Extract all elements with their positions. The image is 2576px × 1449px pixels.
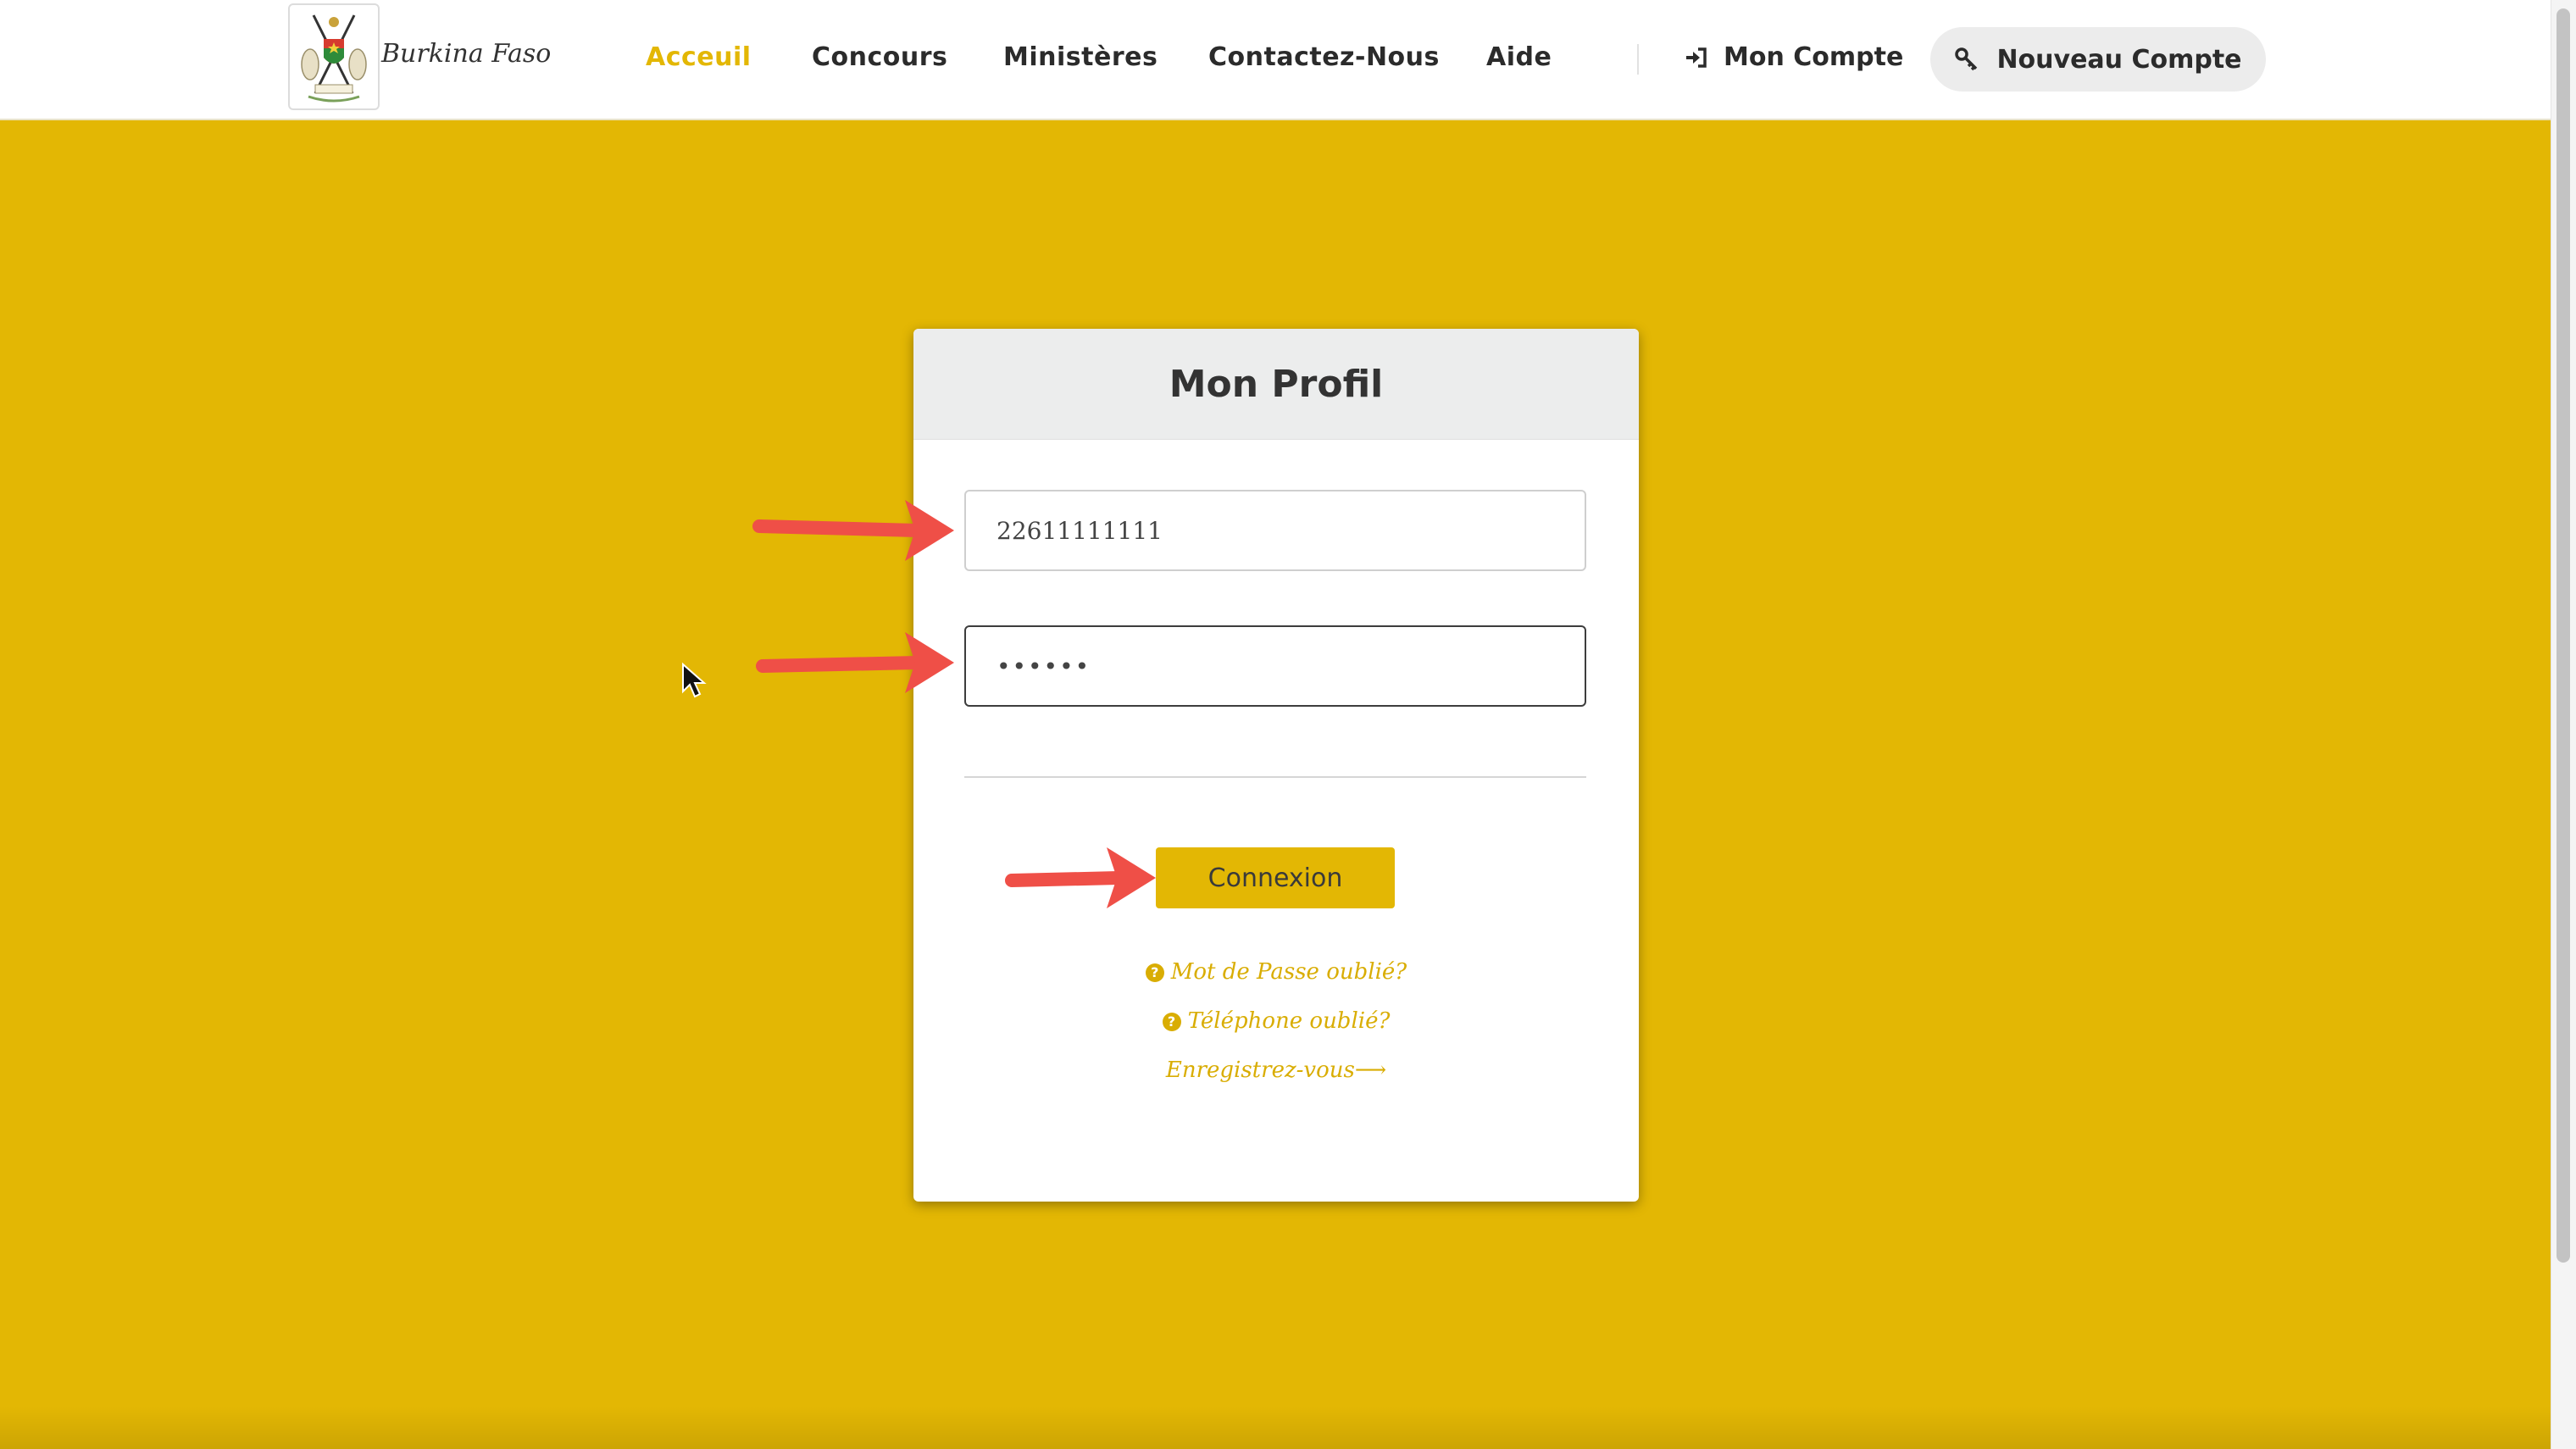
nouveau-compte-button[interactable]: Nouveau Compte (1930, 27, 2266, 92)
scrollbar-thumb[interactable] (2557, 8, 2570, 1263)
sign-in-icon (1686, 47, 1707, 68)
mouse-cursor-icon (682, 662, 707, 698)
question-circle-icon: ? (1145, 963, 1164, 982)
register-link[interactable]: Enregistrez-vous⟶ (913, 1058, 1639, 1083)
nav-acceuil[interactable]: Acceuil (646, 42, 752, 72)
key-icon (1955, 47, 1978, 71)
question-circle-icon: ? (1162, 1013, 1181, 1031)
nav-divider (1637, 44, 1639, 75)
login-card: Mon Profil Connexion ? Mot de Passe oubli… (913, 329, 1639, 1202)
connexion-button[interactable]: Connexion (1156, 847, 1395, 908)
nouveau-compte-label: Nouveau Compte (1996, 44, 2242, 75)
coat-of-arms-logo[interactable] (288, 3, 380, 110)
nav-ministeres[interactable]: Ministères (1003, 42, 1158, 72)
coat-of-arms-icon (301, 14, 367, 103)
card-title: Mon Profil (913, 329, 1639, 440)
divider (964, 776, 1586, 778)
forgot-phone-link[interactable]: ? Téléphone oublié? (913, 1008, 1639, 1034)
mon-compte-link[interactable]: Mon Compte (1685, 42, 1903, 72)
password-input[interactable] (964, 625, 1586, 707)
phone-input[interactable] (964, 490, 1586, 571)
bottom-shade (0, 1407, 2551, 1449)
forgot-phone-label: Téléphone oublié? (1187, 1008, 1391, 1034)
top-navbar: Burkina Faso Acceuil Concours Ministères… (0, 0, 2551, 120)
nav-contactez-nous[interactable]: Contactez-Nous (1208, 42, 1440, 72)
mon-compte-label: Mon Compte (1724, 42, 1904, 72)
forgot-password-label: Mot de Passe oublié? (1170, 959, 1407, 985)
forgot-password-link[interactable]: ? Mot de Passe oublié? (913, 959, 1639, 985)
nav-concours[interactable]: Concours (812, 42, 947, 72)
nav-aide[interactable]: Aide (1486, 42, 1552, 72)
brand-name[interactable]: Burkina Faso (381, 39, 551, 69)
